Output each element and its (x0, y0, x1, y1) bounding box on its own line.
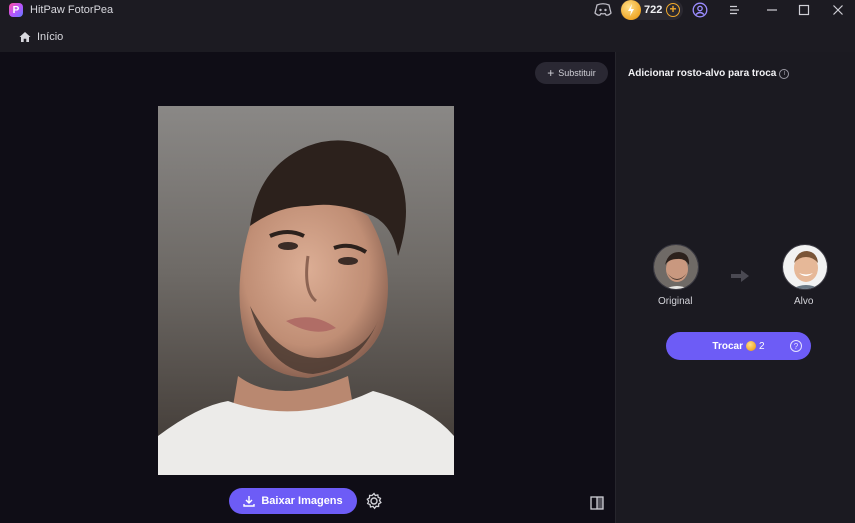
swap-cost: 2 (759, 340, 765, 352)
coin-icon (746, 341, 756, 351)
download-images-button[interactable]: Baixar Imagens (229, 488, 357, 514)
swap-label: Trocar (712, 340, 743, 352)
user-icon[interactable] (692, 2, 708, 18)
maximize-icon[interactable] (797, 3, 811, 17)
add-coins-icon[interactable]: + (666, 3, 680, 17)
main-canvas: + Substituir Baixar Imagens (0, 52, 615, 523)
original-label: Original (658, 296, 693, 307)
panel-title-text: Adicionar rosto-alvo para troca (628, 68, 777, 79)
nav-bar: Início (0, 22, 855, 52)
download-icon (243, 496, 256, 507)
coin-count: 722 (644, 4, 663, 16)
settings-icon[interactable] (365, 492, 383, 510)
minimize-icon[interactable] (765, 3, 779, 17)
discord-icon[interactable] (594, 3, 612, 17)
replace-button[interactable]: + Substituir (535, 62, 608, 84)
coin-icon (621, 0, 641, 20)
replace-label: Substituir (558, 68, 596, 78)
app-logo: P (9, 3, 23, 17)
target-label: Alvo (794, 296, 814, 307)
app-logo-letter: P (12, 4, 20, 16)
panel-title: Adicionar rosto-alvo para troca i (628, 68, 790, 79)
home-button[interactable]: Início (19, 31, 63, 43)
home-label: Início (37, 31, 64, 43)
compare-icon[interactable] (589, 495, 605, 511)
info-icon[interactable]: i (779, 68, 790, 79)
plus-icon: + (547, 66, 555, 80)
close-icon[interactable] (831, 3, 845, 17)
help-icon[interactable]: ? (790, 340, 802, 352)
home-icon (19, 32, 31, 42)
source-photo[interactable] (158, 106, 454, 475)
original-face-thumbnail[interactable] (653, 244, 699, 290)
target-face-thumbnail[interactable] (782, 244, 828, 290)
arrow-right-icon (729, 267, 751, 285)
face-swap-panel: Adicionar rosto-alvo para troca i Origin… (615, 52, 855, 523)
app-title: HitPaw FotorPea (30, 4, 114, 16)
download-label: Baixar Imagens (261, 495, 343, 507)
title-bar: P HitPaw FotorPea 722 + (0, 0, 855, 22)
menu-icon[interactable] (728, 3, 742, 17)
